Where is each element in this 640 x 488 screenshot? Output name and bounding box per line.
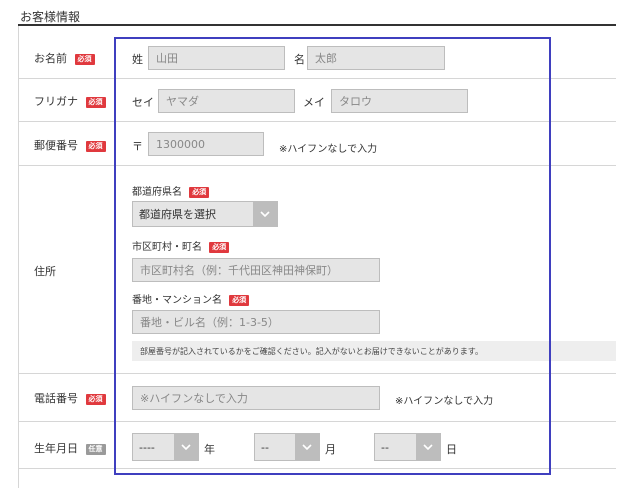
required-badge: 必須 <box>85 393 106 405</box>
required-badge: 必須 <box>85 140 106 152</box>
section-title: お客様情報 <box>20 10 81 24</box>
optional-badge: 任意 <box>85 443 106 455</box>
address-label: 住所 <box>34 265 56 278</box>
phone-label: 電話番号 <box>34 392 78 405</box>
birthday-label: 生年月日 <box>34 442 78 455</box>
postal-label: 郵便番号 <box>34 139 78 152</box>
required-badge: 必須 <box>85 96 106 108</box>
birthday-row-label: 生年月日 任意 <box>34 440 106 456</box>
name-label: お名前 <box>34 52 67 65</box>
phone-row-label: 電話番号 必須 <box>34 390 106 406</box>
title-divider <box>18 24 616 26</box>
furigana-row-label: フリガナ 必須 <box>34 93 106 109</box>
left-border <box>18 26 19 488</box>
highlight-box <box>114 37 551 475</box>
furigana-label: フリガナ <box>34 95 78 108</box>
name-row-label: お名前 必須 <box>34 50 95 66</box>
postal-row-label: 郵便番号 必須 <box>34 137 106 153</box>
required-badge: 必須 <box>74 53 95 65</box>
